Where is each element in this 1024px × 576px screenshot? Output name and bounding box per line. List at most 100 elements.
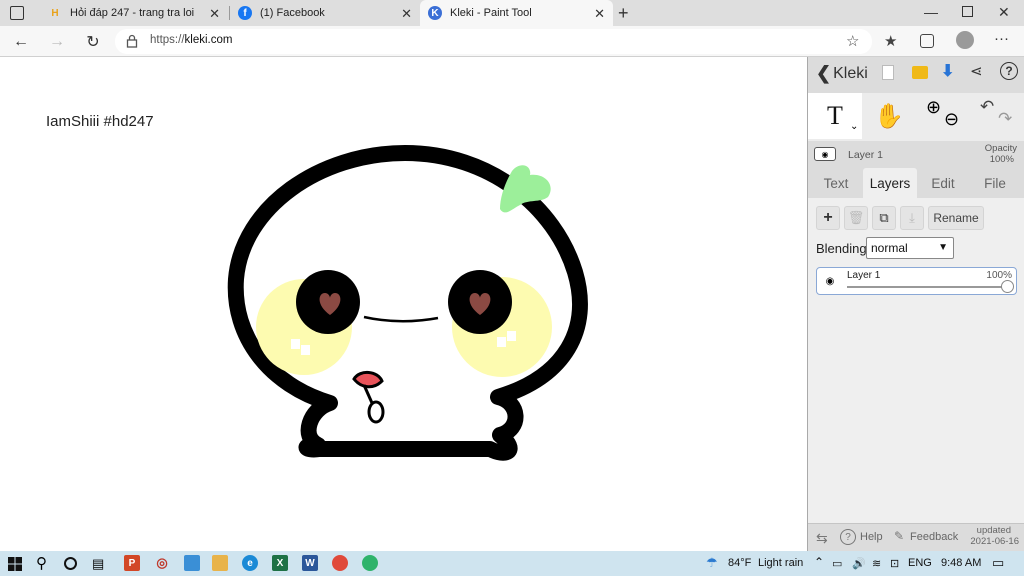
file-explorer-icon[interactable]	[212, 555, 228, 571]
more-menu-icon[interactable]: ···	[994, 30, 1009, 47]
add-layer-button[interactable]: +	[816, 206, 840, 230]
recorder-icon[interactable]: ◎	[154, 555, 170, 571]
drool-drop	[367, 400, 385, 424]
layer-list-item[interactable]: ◉ Layer 1 100%	[816, 267, 1017, 295]
current-layer-info: ◉ Layer 1 Opacity 100%	[808, 141, 1024, 167]
tab-facebook[interactable]: f (1) Facebook ✕	[230, 0, 420, 26]
layer-opacity-track	[847, 286, 1007, 288]
facebook-favicon-icon: f	[238, 6, 252, 20]
current-layer-name: Layer 1	[848, 149, 884, 161]
zoom-out-icon[interactable]: ⊖	[944, 109, 959, 130]
tab-text[interactable]: Text	[814, 168, 858, 198]
tab-title: (1) Facebook	[260, 7, 325, 19]
drawing-canvas[interactable]: IamShiii #hd247	[0, 57, 807, 551]
merge-down-icon: ⤓	[909, 210, 915, 225]
hand-tool-button[interactable]: ✋	[862, 93, 916, 139]
display-icon[interactable]	[184, 555, 200, 571]
language-indicator[interactable]: ENG	[908, 557, 932, 569]
help-link[interactable]: Help	[860, 531, 883, 543]
minimize-icon[interactable]: —	[924, 4, 938, 20]
kleki-favicon-icon: K	[428, 6, 442, 20]
clock-time[interactable]: 9:48 AM	[941, 557, 981, 569]
excel-icon[interactable]: X	[272, 555, 288, 571]
hand-icon: ✋	[874, 102, 904, 130]
open-folder-icon[interactable]	[912, 66, 928, 79]
updated-label: updated	[976, 525, 1011, 536]
favorites-icon[interactable]: ★	[884, 32, 897, 50]
redo-icon[interactable]: ↷	[998, 109, 1012, 129]
search-icon[interactable]: ⚲	[36, 554, 47, 572]
weather-temp[interactable]: 84°F	[728, 557, 751, 569]
address-toolbar: ← → ↻ https://kleki.com ☆ ★ ···	[0, 26, 1024, 57]
left-cheek-shine	[291, 339, 300, 349]
chrome-icon[interactable]	[332, 555, 348, 571]
lock-icon	[126, 34, 138, 48]
feedback-icon: ✎	[894, 529, 905, 543]
text-tool-icon: T	[827, 101, 843, 130]
right-cheek-shine	[497, 337, 506, 347]
share-icon[interactable]: ⋖	[970, 62, 983, 80]
duplicate-layer-button[interactable]: ⧉	[872, 206, 896, 230]
new-image-icon[interactable]	[882, 65, 894, 80]
url-text[interactable]: https://kleki.com	[150, 34, 232, 46]
left-cheek-shine	[301, 345, 310, 355]
delete-layer-button[interactable]: 🗑	[844, 206, 868, 230]
feedback-link[interactable]: Feedback	[910, 531, 958, 543]
tab-actions-icon[interactable]	[10, 6, 24, 20]
weather-desc[interactable]: Light rain	[758, 557, 803, 569]
kleki-bird-icon: ❮	[816, 63, 832, 83]
forward-icon[interactable]: →	[46, 31, 68, 53]
battery-icon[interactable]: ▭	[832, 557, 842, 570]
help-icon[interactable]: ?	[1000, 62, 1018, 80]
chrome-alt-icon[interactable]	[362, 555, 378, 571]
word-icon[interactable]: W	[302, 555, 318, 571]
zoom-buttons: ⊕ ⊖	[916, 93, 970, 139]
swap-sides-icon[interactable]: ⇆	[816, 530, 828, 547]
tab-edit[interactable]: Edit	[921, 168, 965, 198]
kleki-logo[interactable]: ❮ Kleki	[816, 63, 868, 84]
back-icon[interactable]: ←	[10, 31, 32, 53]
rename-button[interactable]: Rename	[928, 206, 984, 230]
wifi-icon[interactable]: ≋	[872, 557, 881, 570]
help-circle-icon: ?	[840, 529, 856, 545]
hoidap-favicon-icon: H	[51, 7, 59, 19]
download-icon[interactable]: ⬇	[941, 61, 954, 81]
edge-icon[interactable]: e	[242, 555, 258, 571]
chevron-down-icon: ▼	[938, 242, 948, 253]
windows-start-icon[interactable]	[8, 557, 22, 571]
tab-layers[interactable]: Layers	[863, 168, 917, 198]
tab-kleki[interactable]: K Kleki - Paint Tool ✕	[420, 0, 613, 26]
layer-opacity-slider-handle[interactable]	[1000, 280, 1014, 293]
tab-close-icon[interactable]: ✕	[401, 6, 412, 22]
notifications-icon[interactable]: ▭	[992, 555, 1004, 571]
blending-select[interactable]: normal ▼	[866, 237, 954, 259]
refresh-icon[interactable]: ↻	[82, 31, 104, 53]
text-tool-button[interactable]: T ⌄	[808, 93, 862, 139]
collections-icon[interactable]	[920, 34, 934, 48]
ime-icon[interactable]: ⊡	[890, 557, 899, 570]
new-tab-icon[interactable]: +	[618, 3, 629, 24]
volume-icon[interactable]: 🔊	[852, 557, 866, 570]
tab-close-icon[interactable]: ✕	[594, 6, 605, 22]
profile-avatar-icon[interactable]	[956, 31, 974, 49]
undo-icon[interactable]: ↶	[980, 97, 994, 117]
undo-redo-buttons: ↶ ↷	[970, 93, 1024, 139]
right-cheek-shine	[507, 331, 516, 341]
tray-chevron-up-icon[interactable]: ⌃	[814, 555, 824, 569]
powerpoint-icon[interactable]: P	[124, 555, 140, 571]
restore-icon[interactable]	[962, 6, 973, 17]
tab-hoidap[interactable]: H Hỏi đáp 247 - trang tra loi ✕	[40, 0, 228, 26]
panel-header: ❮ Kleki ⬇ ⋖ ?	[808, 57, 1024, 90]
window-close-icon[interactable]: ✕	[998, 4, 1010, 21]
cortana-icon[interactable]	[64, 557, 77, 570]
layer-visibility-icon[interactable]: ◉	[823, 274, 837, 288]
tab-close-icon[interactable]: ✕	[209, 6, 220, 22]
task-view-icon[interactable]: ▤	[92, 556, 104, 572]
tool-row: T ⌄ ✋ ⊕ ⊖ ↶ ↷	[808, 93, 1024, 141]
add-favorite-icon[interactable]: ☆	[846, 32, 859, 50]
tab-file[interactable]: File	[971, 168, 1019, 198]
merge-down-button[interactable]: ⤓	[900, 206, 924, 230]
updated-date: 2021-06-16	[970, 536, 1019, 547]
zoom-in-icon[interactable]: ⊕	[926, 97, 941, 118]
chevron-down-icon[interactable]: ⌄	[850, 121, 858, 132]
